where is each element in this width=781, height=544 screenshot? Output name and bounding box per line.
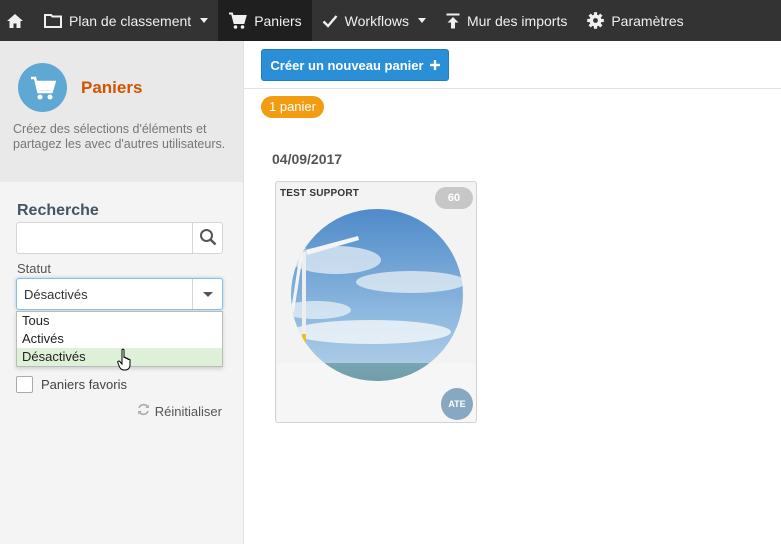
- basket-item-count: 60: [435, 187, 473, 209]
- statut-select[interactable]: Désactivés: [16, 278, 223, 310]
- toolbar-divider: [244, 88, 781, 89]
- refresh-icon: [137, 403, 150, 419]
- basket-card[interactable]: TEST SUPPORT 60 ATE: [275, 181, 477, 423]
- basket-count-badge: 1 panier: [261, 96, 324, 118]
- nav-parametres[interactable]: Paramètres: [577, 0, 693, 41]
- folder-icon: [44, 13, 62, 28]
- chevron-down-icon: [200, 18, 209, 23]
- basket-thumbnail: [277, 209, 476, 422]
- statut-selected-value: Désactivés: [24, 287, 88, 302]
- favorites-filter: Paniers favoris: [16, 376, 127, 393]
- nav-workflows[interactable]: Workflows: [312, 0, 436, 41]
- chevron-down-icon: [202, 291, 213, 297]
- basket-card-title: TEST SUPPORT: [280, 188, 360, 199]
- nav-plan-de-classement[interactable]: Plan de classement: [30, 0, 218, 41]
- create-basket-label: Créer un nouveau panier: [270, 57, 424, 73]
- upload-icon: [446, 13, 460, 29]
- nav-mur-des-imports[interactable]: Mur des imports: [436, 0, 577, 41]
- statut-option-actives[interactable]: Activés: [17, 330, 222, 348]
- search-field: [16, 222, 223, 254]
- reset-label: Réinitialiser: [154, 403, 222, 419]
- basket-owner-avatar: ATE: [441, 388, 473, 420]
- chevron-down-icon: [417, 18, 426, 23]
- nav-paniers-label: Paniers: [254, 12, 302, 29]
- search-button[interactable]: [192, 223, 222, 253]
- reset-button[interactable]: Réinitialiser: [137, 403, 222, 419]
- search-input[interactable]: [17, 223, 193, 253]
- search-icon: [199, 228, 217, 249]
- statut-option-tous[interactable]: Tous: [17, 312, 222, 330]
- date-group-heading: 04/09/2017: [272, 151, 343, 167]
- favorites-label: Paniers favoris: [41, 377, 127, 392]
- statut-select-toggle[interactable]: [192, 279, 222, 309]
- search-heading: Recherche: [17, 202, 99, 219]
- nav-paniers[interactable]: Paniers: [218, 0, 312, 41]
- top-nav: Plan de classement Paniers Workflows Mur…: [0, 0, 781, 41]
- statut-label: Statut: [17, 261, 51, 276]
- favorites-checkbox[interactable]: [16, 376, 33, 393]
- gear-icon: [587, 12, 605, 29]
- create-basket-button[interactable]: Créer un nouveau panier: [261, 49, 449, 81]
- nav-plan-label: Plan de classement: [69, 12, 192, 29]
- nav-home[interactable]: [0, 0, 30, 41]
- cart-icon: [228, 12, 248, 30]
- home-icon: [6, 13, 24, 29]
- nav-parametres-label: Paramètres: [611, 12, 684, 29]
- page-title: Paniers: [81, 78, 143, 97]
- plus-icon: [429, 58, 440, 73]
- cart-icon: [18, 63, 67, 112]
- page-description: Créez des sélections d'éléments et parta…: [13, 122, 226, 151]
- hand-cursor-icon: [117, 348, 135, 375]
- sidebar: Paniers Créez des sélections d'éléments …: [0, 41, 244, 544]
- check-icon: [322, 14, 338, 28]
- nav-workflows-label: Workflows: [344, 12, 409, 29]
- nav-imports-label: Mur des imports: [466, 12, 568, 29]
- sidebar-header: Paniers Créez des sélections d'éléments …: [0, 41, 243, 182]
